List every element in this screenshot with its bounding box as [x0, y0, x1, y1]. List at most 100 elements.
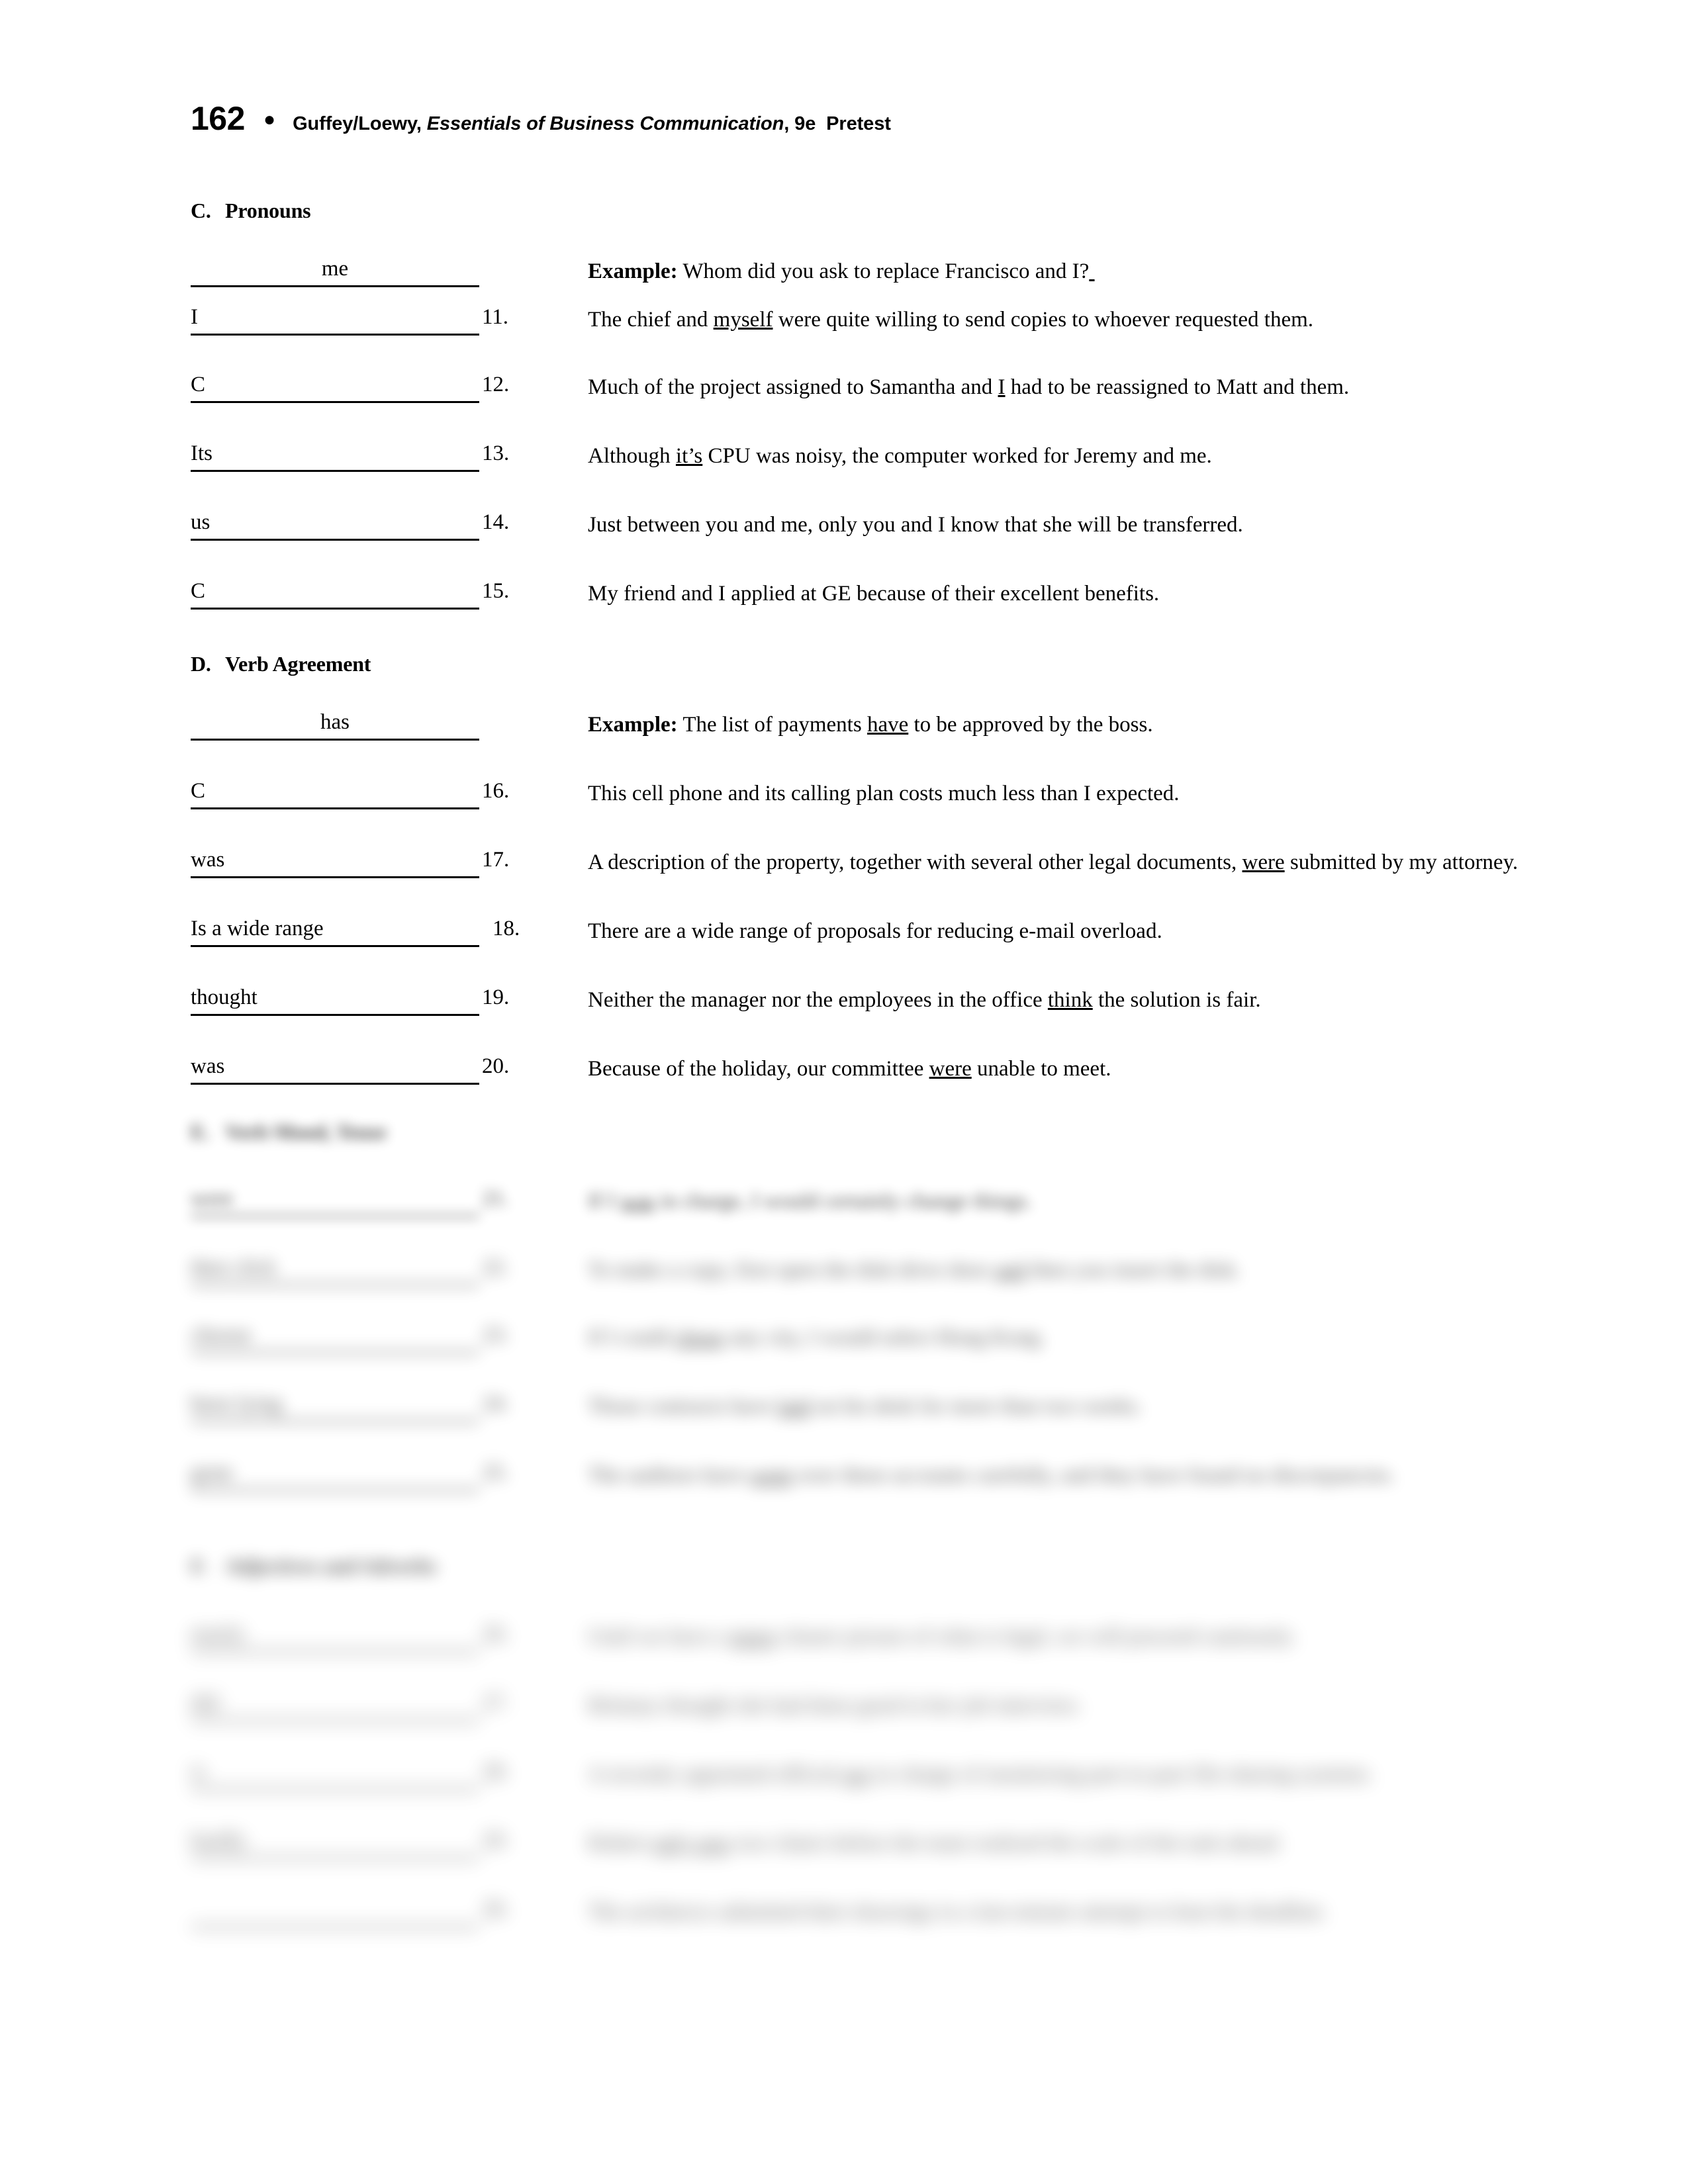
answer-blank-29[interactable]: hardly — [191, 1827, 479, 1859]
running-head-text: Guffey/Loewy, Essentials of Business Com… — [293, 113, 891, 135]
seg: If I — [588, 1189, 621, 1213]
seg: two chairs before the team realized the … — [731, 1831, 1283, 1855]
item-number-18: 18. — [492, 917, 520, 940]
seg: to be approved by the boss. — [908, 713, 1153, 737]
seg: had to be reassigned to Matt and them. — [1005, 375, 1350, 399]
item-sentence-27: Brittany thought she had done good in he… — [588, 1694, 1082, 1717]
item-number-22: 22. — [482, 1255, 510, 1279]
answer-blank-22[interactable]: then click — [191, 1253, 479, 1286]
seg: the solution is fair. — [1092, 988, 1261, 1012]
seg-underlined: more — [731, 1625, 776, 1649]
item-sentence-20: Because of the holiday, our committee we… — [588, 1052, 1620, 1086]
answer-blank-20[interactable]: was — [191, 1052, 479, 1085]
section-letter-c: C. — [191, 199, 211, 222]
seg-underlined: are — [843, 1762, 870, 1786]
answer-blank-27[interactable]: did — [191, 1689, 479, 1721]
seg-underlined: think — [1047, 988, 1093, 1012]
section-heading-f: F. Adjectives and Adverbs — [191, 1554, 436, 1578]
answer-blank-26[interactable]: nearly — [191, 1620, 479, 1653]
item-number-13: 13. — [482, 441, 510, 465]
seg-underlined: I — [998, 375, 1006, 399]
running-head: 162 ● Guffey/Loewy, Essentials of Busine… — [191, 99, 891, 138]
answer-blank-19[interactable]: thought — [191, 983, 479, 1016]
seg-underlined: laid — [777, 1394, 811, 1418]
example-sentence-c: Whom did you ask to replace Francisco an… — [682, 259, 1090, 283]
item-sentence-14: Just between you and me, only you and I … — [588, 513, 1243, 537]
item-sentence-18: There are a wide range of proposals for … — [588, 919, 1162, 943]
answer-blank-14[interactable]: us — [191, 508, 479, 541]
answer-blank-21[interactable]: were — [191, 1185, 479, 1217]
seg: CPU was noisy, the computer worked for J… — [702, 444, 1212, 468]
answer-blank-18[interactable]: Is a wide range — [191, 915, 479, 947]
seg-underlined: have — [867, 713, 909, 737]
item-number-26: 26. — [482, 1622, 510, 1646]
example-answer-d[interactable]: has — [191, 708, 479, 741]
seg: in charge, I would certainly change thin… — [654, 1189, 1033, 1213]
example-label-d: Example: — [588, 713, 678, 737]
seg-underlined: only saw — [653, 1831, 731, 1855]
answer-blank-25[interactable]: gone — [191, 1459, 479, 1491]
section-heading-c: C. Pronouns — [191, 199, 311, 223]
answer-blank-12[interactable]: C — [191, 371, 479, 403]
section-title-d: Verb Agreement — [225, 652, 371, 676]
item-number-30: 30. — [482, 1897, 510, 1921]
item-number-24: 24. — [482, 1392, 510, 1416]
item-number-25: 25. — [482, 1461, 510, 1484]
item-sentence-11: The chief and myself were quite willing … — [588, 303, 1515, 337]
item-sentence-19: Neither the manager nor the employees in… — [588, 983, 1548, 1017]
running-head-edition: , 9e — [784, 113, 816, 134]
item-sentence-25: The auditors have went over these accoun… — [588, 1459, 1620, 1492]
item-sentence-30: The architects submitted their drawings … — [588, 1900, 1328, 1924]
seg-underlined: was — [620, 1189, 655, 1213]
item-sentence-28: A recently appointed official are in cha… — [588, 1758, 1647, 1792]
item-number-28: 28. — [482, 1760, 510, 1784]
page-number: 162 — [191, 100, 245, 137]
item-sentence-24: Those contracts have laid on his desk fo… — [588, 1390, 1647, 1424]
seg: The chief and — [588, 308, 714, 332]
item-sentence-16: This cell phone and its calling plan cos… — [588, 782, 1180, 805]
section-letter-f: F. — [191, 1554, 207, 1578]
answer-blank-15[interactable]: C — [191, 577, 479, 610]
item-number-11: 11. — [482, 305, 509, 329]
seg: on his desk for more than two weeks. — [810, 1394, 1143, 1418]
item-sentence-13: Although it’s CPU was noisy, the compute… — [588, 439, 1515, 473]
example-answer-c[interactable]: me — [191, 255, 479, 287]
seg-underlined: chose — [675, 1326, 725, 1349]
item-sentence-26: Until we have a more clearer picture of … — [588, 1620, 1541, 1654]
item-number-21: 21. — [482, 1187, 510, 1210]
seg: The list of payments — [682, 713, 867, 737]
answer-blank-30[interactable] — [191, 1895, 479, 1928]
seg: Until we have a — [588, 1625, 731, 1649]
item-number-14: 14. — [482, 510, 510, 534]
item-sentence-23: If I could chose any city, I would selec… — [588, 1321, 1620, 1355]
item-sentence-22: To make a copy, first open the disk driv… — [588, 1253, 1620, 1287]
example-label-c: Example: — [588, 259, 678, 283]
seg: then you insert the disk. — [1025, 1258, 1241, 1282]
example-trailing-underline-c — [1089, 259, 1094, 283]
answer-blank-23[interactable]: choose — [191, 1321, 479, 1353]
seg: Those contracts have — [588, 1394, 778, 1418]
answer-blank-28[interactable]: is — [191, 1758, 479, 1790]
answer-blank-17[interactable]: was — [191, 846, 479, 878]
seg: If I could — [588, 1326, 675, 1349]
item-number-17: 17. — [482, 848, 510, 872]
section-title-c: Pronouns — [225, 199, 311, 222]
seg-underlined: went — [749, 1463, 792, 1487]
seg: unable to meet. — [971, 1057, 1111, 1081]
seg: Because of the holiday, our committee — [588, 1057, 929, 1081]
seg: Robert — [588, 1831, 653, 1855]
answer-blank-11[interactable]: I — [191, 303, 479, 336]
example-text-d: Example: The list of payments have to be… — [588, 708, 1680, 742]
item-number-16: 16. — [482, 779, 510, 803]
answer-blank-24[interactable]: been lying — [191, 1390, 479, 1422]
answer-blank-16[interactable]: C — [191, 777, 479, 809]
answer-blank-13[interactable]: Its — [191, 439, 479, 472]
seg: A recently appointed official — [588, 1762, 844, 1786]
running-head-authors: Guffey/Loewy, — [293, 113, 422, 134]
item-sentence-17: A description of the property, together … — [588, 846, 1554, 880]
seg: To make a copy, first open the disk driv… — [588, 1258, 995, 1282]
bullet-separator-icon: ● — [263, 109, 276, 130]
seg: Although — [588, 444, 676, 468]
item-number-20: 20. — [482, 1054, 510, 1078]
seg: in charge of monitoring part-to-part fil… — [870, 1762, 1374, 1786]
